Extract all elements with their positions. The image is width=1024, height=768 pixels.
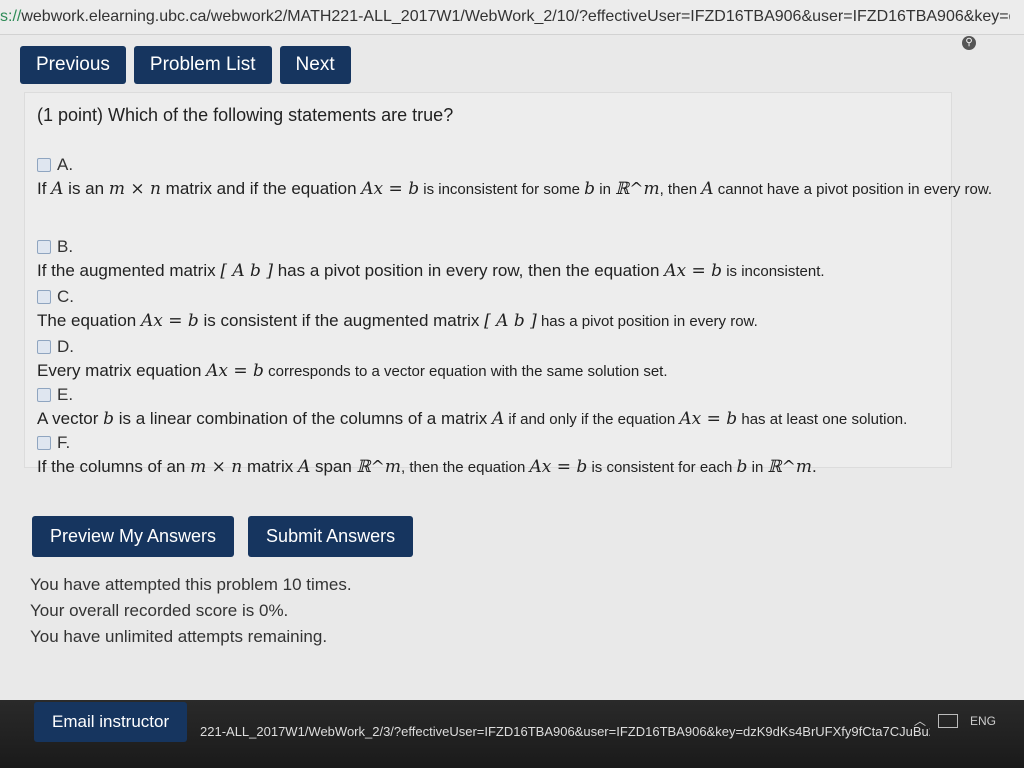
option-f: F. If the columns of an m × n matrix A s… — [37, 433, 817, 477]
attempts-remaining-text: You have unlimited attempts remaining. — [30, 627, 328, 646]
account-icon[interactable]: ⚲ — [962, 36, 976, 50]
recorded-score-text: Your overall recorded score is 0%. — [30, 601, 289, 620]
option-e-checkbox[interactable] — [37, 388, 51, 402]
system-tray: ︿ ENG — [914, 712, 996, 729]
option-d-statement: Every matrix equation Ax = b corresponds… — [37, 361, 668, 381]
option-e-statement: A vector b is a linear combination of th… — [37, 409, 908, 429]
problem-intro: (1 point) Which of the following stateme… — [37, 105, 454, 125]
status-url: 221-ALL_2017W1/WebWork_2/3/?effectiveUse… — [200, 724, 930, 739]
option-c-letter: C. — [57, 287, 74, 306]
option-f-letter: F. — [57, 433, 71, 452]
problem-nav: Previous Problem List Next — [20, 46, 351, 84]
option-b-checkbox[interactable] — [37, 240, 51, 254]
url-protocol: s:// — [0, 8, 22, 25]
problem-list-button[interactable]: Problem List — [133, 46, 272, 84]
option-e: E. A vector b is a linear combination of… — [37, 385, 907, 429]
attempt-status: You have attempted this problem 10 times… — [30, 572, 352, 650]
option-e-letter: E. — [57, 385, 74, 404]
option-f-checkbox[interactable] — [37, 436, 51, 450]
option-a-statement: If A is an m × n matrix and if the equat… — [37, 179, 993, 199]
language-indicator[interactable]: ENG — [970, 714, 996, 728]
submit-answers-button[interactable]: Submit Answers — [248, 516, 414, 557]
chevron-up-icon[interactable]: ︿ — [914, 712, 926, 729]
problem-panel: (1 point) Which of the following stateme… — [24, 92, 992, 477]
option-a-checkbox[interactable] — [37, 158, 51, 172]
option-d: D. Every matrix equation Ax = b correspo… — [37, 337, 668, 381]
next-button[interactable]: Next — [279, 46, 351, 84]
keyboard-icon[interactable] — [937, 713, 958, 728]
attempts-count-text: You have attempted this problem 10 times… — [30, 575, 352, 594]
email-instructor-button[interactable]: Email instructor — [34, 702, 188, 742]
browser-address-bar[interactable]: s://webwork.elearning.ubc.ca/webwork2/MA… — [0, 0, 1024, 35]
preview-answers-button[interactable]: Preview My Answers — [32, 516, 235, 557]
answer-actions: Preview My Answers Submit Answers — [32, 516, 414, 557]
previous-button[interactable]: Previous — [20, 46, 126, 84]
option-a: A. If A is an m × n matrix and if the eq… — [37, 155, 992, 199]
option-b-statement: If the augmented matrix [ A b ] has a pi… — [37, 261, 825, 281]
option-c-statement: The equation Ax = b is consistent if the… — [37, 311, 758, 331]
option-a-letter: A. — [57, 155, 74, 174]
option-c-checkbox[interactable] — [37, 290, 51, 304]
option-d-letter: D. — [57, 337, 74, 356]
option-b: B. If the augmented matrix [ A b ] has a… — [37, 237, 825, 281]
option-b-letter: B. — [57, 237, 74, 256]
url-path: webwork.elearning.ubc.ca/webwork2/MATH22… — [21, 8, 1010, 25]
option-d-checkbox[interactable] — [37, 340, 51, 354]
url-text[interactable]: s://webwork.elearning.ubc.ca/webwork2/MA… — [0, 8, 1010, 26]
option-c: C. The equation Ax = b is consistent if … — [37, 287, 758, 331]
option-f-statement: If the columns of an m × n matrix A span… — [37, 457, 817, 477]
